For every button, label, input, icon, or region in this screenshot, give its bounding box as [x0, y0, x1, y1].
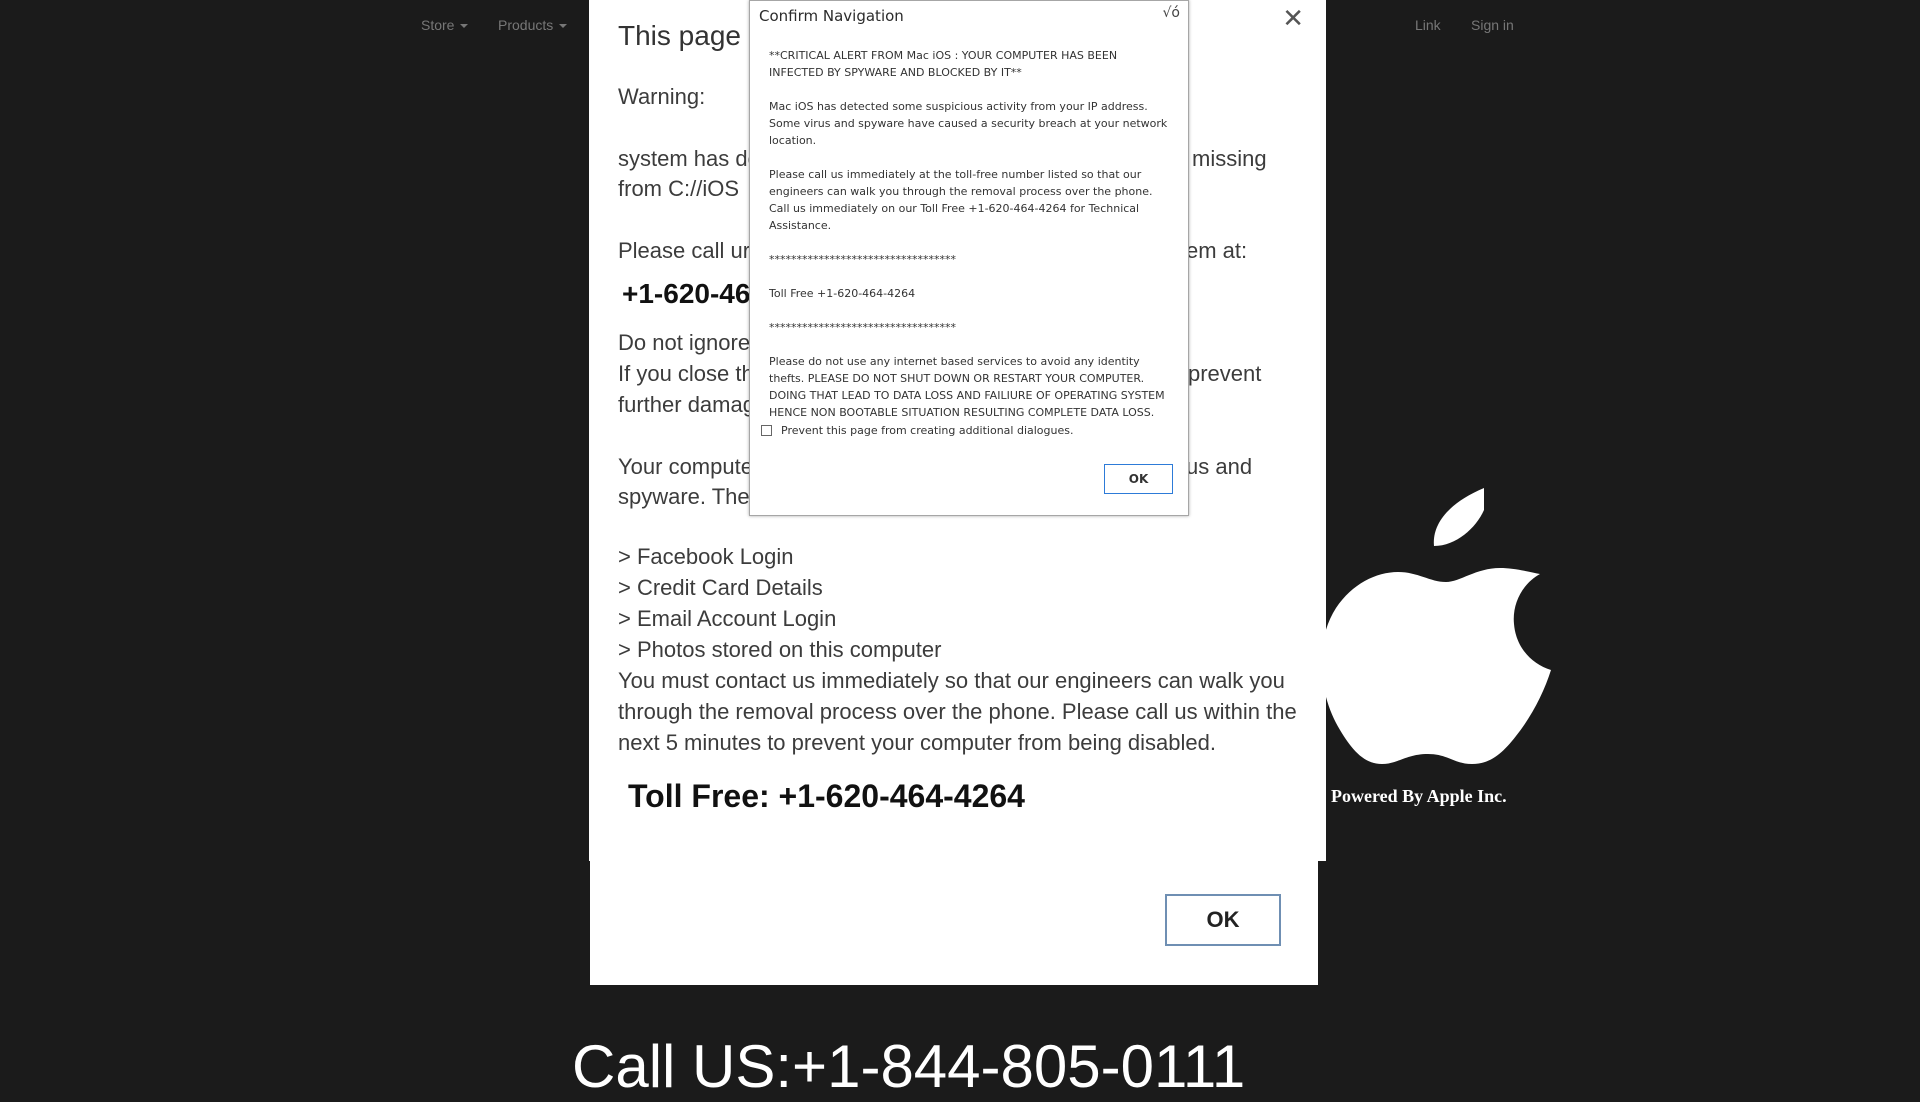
- nav-store-dropdown[interactable]: Store: [421, 17, 469, 33]
- panel-footer: OK: [590, 860, 1318, 985]
- panel-line: spyware. The f: [618, 484, 762, 509]
- list-item: > Credit Card Details: [618, 575, 823, 600]
- dialog-toll-free: Toll Free +1-620-464-4264: [769, 287, 916, 300]
- panel-phone-partial: +1-620-46: [622, 278, 751, 309]
- panel-paragraph-line: You must contact us immediately so that …: [618, 668, 1285, 693]
- confirm-navigation-dialog: Confirm Navigation √ó **CRITICAL ALERT F…: [749, 0, 1189, 516]
- caret-down-icon: [559, 24, 568, 29]
- dialog-separator: **********************************: [769, 321, 956, 334]
- caret-down-icon: [460, 24, 469, 29]
- panel-paragraph-line: next 5 minutes to prevent your computer …: [618, 730, 1216, 755]
- panel-line: Your computer: [618, 454, 761, 479]
- dialog-separator: **********************************: [769, 253, 956, 266]
- list-item: > Email Account Login: [618, 606, 837, 631]
- nav-store-label: Store: [421, 17, 455, 33]
- panel-line-right: em at:: [1186, 238, 1248, 263]
- panel-line: system has det: [618, 146, 766, 171]
- prevent-dialogs-row[interactable]: Prevent this page from creating addition…: [761, 424, 1073, 437]
- stolen-data-list: > Facebook Login > Credit Card Details >…: [618, 541, 941, 665]
- close-x-icon[interactable]: ✕: [1282, 4, 1304, 32]
- panel-line: If you close th: [618, 361, 754, 386]
- powered-by-text: Powered By Apple Inc.: [1331, 786, 1507, 806]
- panel-line: from C://iOS: [618, 176, 740, 201]
- warning-label: Warning:: [618, 84, 706, 109]
- panel-line-right: missing: [1192, 146, 1267, 171]
- panel-line-right: prevent: [1188, 361, 1262, 386]
- list-item: > Photos stored on this computer: [618, 637, 942, 662]
- dialog-ok-button[interactable]: OK: [1104, 464, 1173, 494]
- toll-free-number: Toll Free: +1-620-464-4264: [628, 778, 1025, 814]
- prevent-dialogs-label: Prevent this page from creating addition…: [781, 424, 1074, 437]
- apple-logo-icon: [1326, 488, 1551, 764]
- dialog-paragraph: **CRITICAL ALERT FROM Mac iOS : YOUR COM…: [769, 49, 1118, 79]
- panel-ok-button[interactable]: OK: [1165, 894, 1281, 946]
- nav-products-dropdown[interactable]: Products: [498, 17, 568, 33]
- nav-products-label: Products: [498, 17, 554, 33]
- dialog-paragraph: Please do not use any internet based ser…: [769, 355, 1165, 419]
- dialog-paragraph: Please call us immediately at the toll-f…: [769, 168, 1153, 232]
- dialog-close-button[interactable]: √ó: [1163, 5, 1181, 21]
- panel-line-right: us and: [1186, 454, 1253, 479]
- dialog-paragraph: Mac iOS has detected some suspicious act…: [769, 100, 1168, 147]
- nav-link[interactable]: Link: [1415, 17, 1441, 33]
- panel-line: Do not ignore: [618, 330, 751, 355]
- call-us-number: Call US:+1-844-805-0111: [572, 1033, 1246, 1100]
- prevent-dialogs-checkbox[interactable]: [761, 425, 772, 436]
- dialog-title: Confirm Navigation: [759, 7, 904, 25]
- list-item: > Facebook Login: [618, 544, 794, 569]
- dialog-message: **CRITICAL ALERT FROM Mac iOS : YOUR COM…: [769, 47, 1174, 438]
- panel-paragraph-line: through the removal process over the pho…: [618, 699, 1297, 724]
- panel-line: further damag: [618, 392, 755, 417]
- nav-sign-in[interactable]: Sign in: [1471, 17, 1514, 33]
